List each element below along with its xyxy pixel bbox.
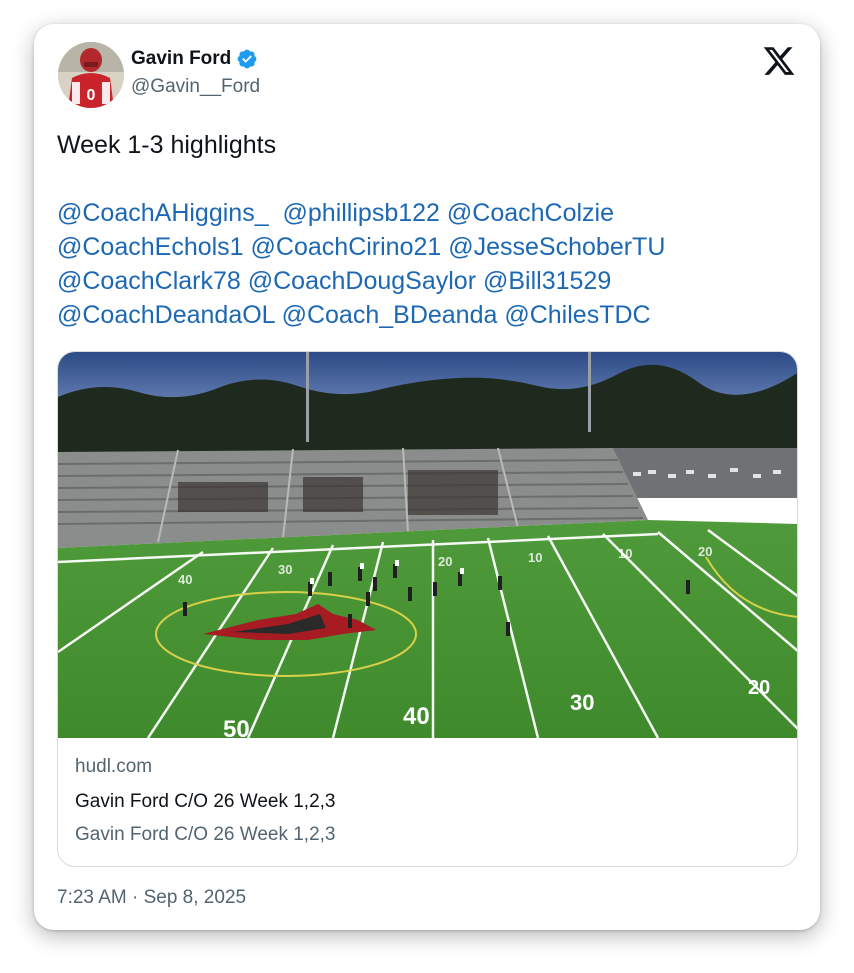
author-info: Gavin Ford @Gavin__Ford xyxy=(131,48,260,98)
mention-link[interactable]: @Bill31529 xyxy=(483,267,611,295)
x-logo-icon[interactable] xyxy=(762,44,796,78)
author-name[interactable]: Gavin Ford xyxy=(131,48,231,70)
tweet-text: Week 1-3 highlights @CoachAHiggins_ @phi… xyxy=(57,128,797,332)
yard-number: 10 xyxy=(528,550,542,565)
link-domain: hudl.com xyxy=(75,756,153,777)
mention-link[interactable]: @phillipsb122 xyxy=(283,199,440,227)
link-title: Gavin Ford C/O 26 Week 1,2,3 xyxy=(75,791,336,812)
mention-link[interactable]: @CoachDeandaOL xyxy=(57,301,275,329)
avatar[interactable]: 0 xyxy=(58,42,124,108)
yard-number: 20 xyxy=(438,554,452,569)
mentions-block: @CoachAHiggins_ @phillipsb122 @CoachColz… xyxy=(57,196,797,332)
yard-number: 40 xyxy=(403,703,430,730)
video-thumbnail[interactable]: 50 40 30 20 40 30 20 10 10 20 xyxy=(58,352,798,738)
mention-link[interactable]: @CoachColzie xyxy=(447,199,614,227)
avatar-image: 0 xyxy=(58,42,124,108)
mention-link[interactable]: @CoachClark78 xyxy=(57,267,241,295)
mention-link[interactable]: @Coach_BDeanda xyxy=(282,301,498,329)
yard-number: 40 xyxy=(178,572,192,587)
mention-link[interactable]: @CoachEchols1 xyxy=(57,233,244,261)
mention-link[interactable]: @JesseSchoberTU xyxy=(448,233,665,261)
yard-number: 10 xyxy=(618,546,632,561)
mention-link[interactable]: @CoachAHiggins_ xyxy=(57,199,269,227)
link-description: Gavin Ford C/O 26 Week 1,2,3 xyxy=(75,824,336,845)
yard-number: 20 xyxy=(748,677,770,699)
mention-link[interactable]: @ChilesTDC xyxy=(504,301,650,329)
tweet-timestamp[interactable]: 7:23 AM · Sep 8, 2025 xyxy=(57,887,246,909)
link-info: hudl.com Gavin Ford C/O 26 Week 1,2,3 Ga… xyxy=(75,756,336,846)
tweet-card: 0 Gavin Ford @Gavin__Ford Week 1-3 highl… xyxy=(34,24,820,930)
mention-link[interactable]: @CoachCirino21 xyxy=(251,233,442,261)
mention-link[interactable]: @CoachDougSaylor xyxy=(248,267,476,295)
tweet-body: Week 1-3 highlights xyxy=(57,131,277,159)
yard-number: 30 xyxy=(278,562,292,577)
verified-badge-icon xyxy=(237,49,257,69)
link-preview-card[interactable]: 50 40 30 20 40 30 20 10 10 20 hudl.com G… xyxy=(57,351,798,867)
jersey-number: 0 xyxy=(87,87,96,104)
yard-number: 50 xyxy=(223,716,250,738)
yard-number: 20 xyxy=(698,544,712,559)
yard-number: 30 xyxy=(570,690,594,715)
author-handle[interactable]: @Gavin__Ford xyxy=(131,76,260,98)
